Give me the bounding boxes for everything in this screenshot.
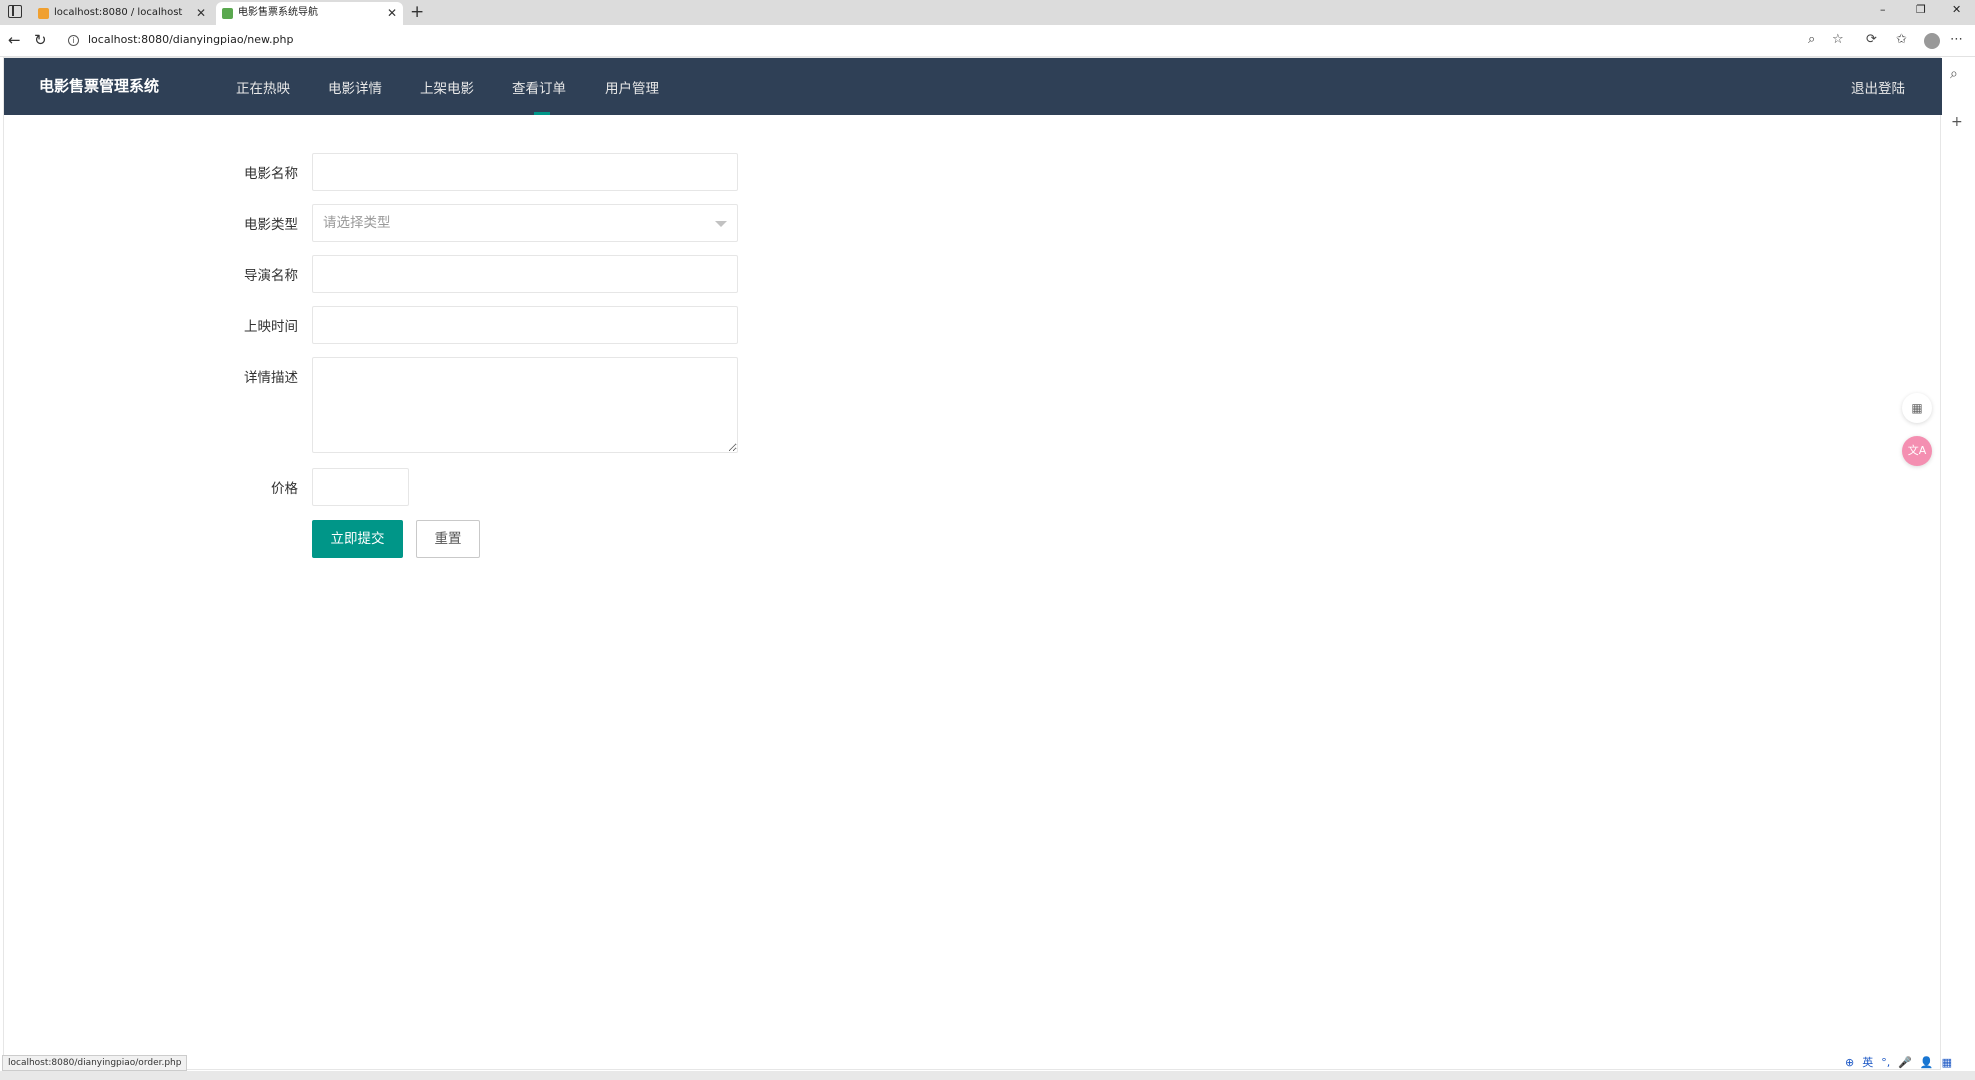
description-textarea[interactable] [312, 357, 738, 453]
reset-button[interactable]: 重置 [416, 520, 480, 558]
ime-punct-icon[interactable]: °, [1881, 1056, 1890, 1069]
browser-tab-bar: localhost:8080 / localhost / diany ✕ 电影售… [0, 0, 1975, 25]
translate-icon[interactable]: 文A [1902, 436, 1932, 466]
nav-add-movie[interactable]: 上架电影 [420, 77, 474, 97]
movie-type-select[interactable]: 请选择类型 [312, 204, 738, 242]
favorite-star-icon[interactable]: ☆ [1832, 32, 1844, 47]
ime-voice-icon[interactable]: 🎤 [1898, 1056, 1912, 1069]
refresh-icon[interactable]: ↻ [34, 31, 47, 49]
tab-close-icon[interactable]: ✕ [387, 2, 397, 24]
ime-language[interactable]: 英 [1862, 1056, 1873, 1069]
nav-movie-details[interactable]: 电影详情 [328, 77, 382, 97]
sidebar-add-icon[interactable]: + [1951, 114, 1963, 130]
status-url: localhost:8080/dianyingpiao/order.php [2, 1055, 188, 1071]
profile-avatar-icon[interactable] [1924, 33, 1940, 49]
browser-tab-phpmyadmin[interactable]: localhost:8080 / localhost / diany ✕ [32, 2, 212, 25]
nav-active-indicator [534, 112, 550, 115]
ime-user-icon[interactable]: 👤 [1920, 1056, 1934, 1069]
minimize-icon[interactable]: – [1880, 3, 1886, 16]
tab-favicon-icon [38, 8, 49, 19]
release-time-input[interactable] [312, 306, 738, 344]
address-bar-row: ← ↻ i localhost:8080/dianyingpiao/new.ph… [0, 25, 1975, 57]
restore-icon[interactable]: ❐ [1916, 3, 1926, 16]
movie-type-label: 电影类型 [244, 217, 298, 233]
nav-user-management[interactable]: 用户管理 [605, 77, 659, 97]
logout-link[interactable]: 退出登陆 [1851, 77, 1905, 97]
extensions-icon[interactable]: ⟳ [1866, 32, 1877, 47]
tab-title: localhost:8080 / localhost / diany [54, 7, 184, 18]
ime-tray: ⊕ 英 °, 🎤 👤 ▦ [1845, 1054, 1960, 1072]
window-bottom-edge [0, 1071, 1975, 1080]
price-input[interactable] [312, 468, 409, 506]
ime-mode-icon[interactable]: ⊕ [1845, 1056, 1854, 1069]
movie-name-input[interactable] [312, 153, 738, 191]
browser-tab-active[interactable]: 电影售票系统导航 ✕ [216, 2, 403, 25]
chevron-down-icon [715, 221, 727, 227]
brand-title: 电影售票管理系统 [39, 77, 160, 95]
price-label: 价格 [271, 481, 298, 497]
nav-view-orders[interactable]: 查看订单 [512, 77, 566, 97]
info-icon[interactable]: i [68, 35, 79, 46]
close-window-icon[interactable]: ✕ [1952, 3, 1961, 16]
movie-name-label: 电影名称 [244, 166, 298, 182]
tab-actions-icon[interactable] [8, 5, 22, 18]
tab-title: 电影售票系统导航 [238, 7, 318, 18]
nav-now-showing[interactable]: 正在热映 [236, 77, 290, 97]
zoom-icon[interactable]: ⌕ [1808, 32, 1815, 47]
description-label: 详情描述 [244, 370, 298, 386]
url-field[interactable]: i localhost:8080/dianyingpiao/new.php [58, 29, 1838, 53]
more-menu-icon[interactable]: ⋯ [1950, 32, 1963, 47]
new-tab-button[interactable]: + [410, 0, 424, 24]
url-text: localhost:8080/dianyingpiao/new.php [88, 33, 294, 46]
sidebar-search-icon[interactable]: ⌕ [1950, 66, 1958, 82]
tab-close-icon[interactable]: ✕ [196, 2, 206, 24]
movie-type-placeholder: 请选择类型 [323, 215, 391, 231]
qr-grid-icon[interactable]: ▦ [1902, 393, 1932, 423]
submit-button[interactable]: 立即提交 [312, 520, 403, 558]
top-nav-bar: 电影售票管理系统 正在热映 电影详情 上架电影 查看订单 用户管理 退出登陆 [4, 58, 1942, 115]
director-input[interactable] [312, 255, 738, 293]
release-time-label: 上映时间 [244, 319, 298, 335]
page-content: 电影售票管理系统 正在热映 电影详情 上架电影 查看订单 用户管理 退出登陆 电… [3, 57, 1942, 1070]
back-icon[interactable]: ← [8, 31, 21, 49]
tab-favicon-icon [222, 8, 233, 19]
director-label: 导演名称 [244, 268, 298, 284]
favorites-icon[interactable]: ✩ [1896, 32, 1907, 47]
ime-menu-icon[interactable]: ▦ [1942, 1056, 1952, 1069]
